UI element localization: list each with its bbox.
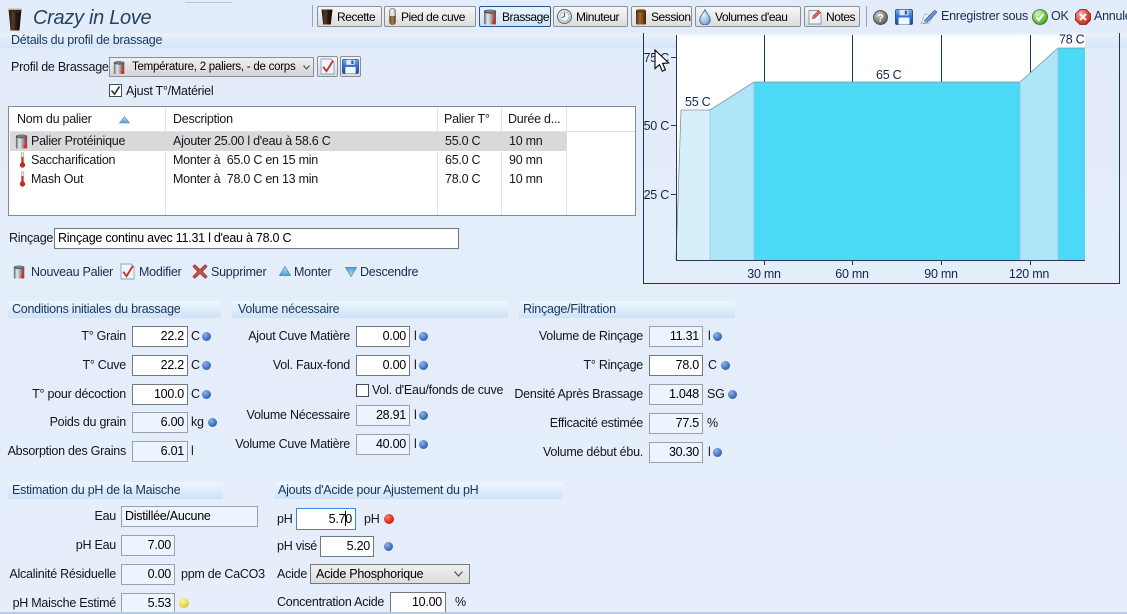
- svg-text:50 C: 50 C: [644, 119, 670, 133]
- svg-text:78 C: 78 C: [1059, 33, 1085, 47]
- svg-text:120 mn: 120 mn: [1009, 267, 1049, 281]
- svg-text:60 mn: 60 mn: [835, 267, 869, 281]
- svg-text:25 C: 25 C: [644, 188, 670, 202]
- svg-text:?: ?: [877, 13, 884, 25]
- svg-text:30 mn: 30 mn: [747, 267, 781, 281]
- svg-text:90 mn: 90 mn: [924, 267, 958, 281]
- svg-text:55 C: 55 C: [685, 95, 711, 109]
- svg-text:65 C: 65 C: [876, 68, 902, 82]
